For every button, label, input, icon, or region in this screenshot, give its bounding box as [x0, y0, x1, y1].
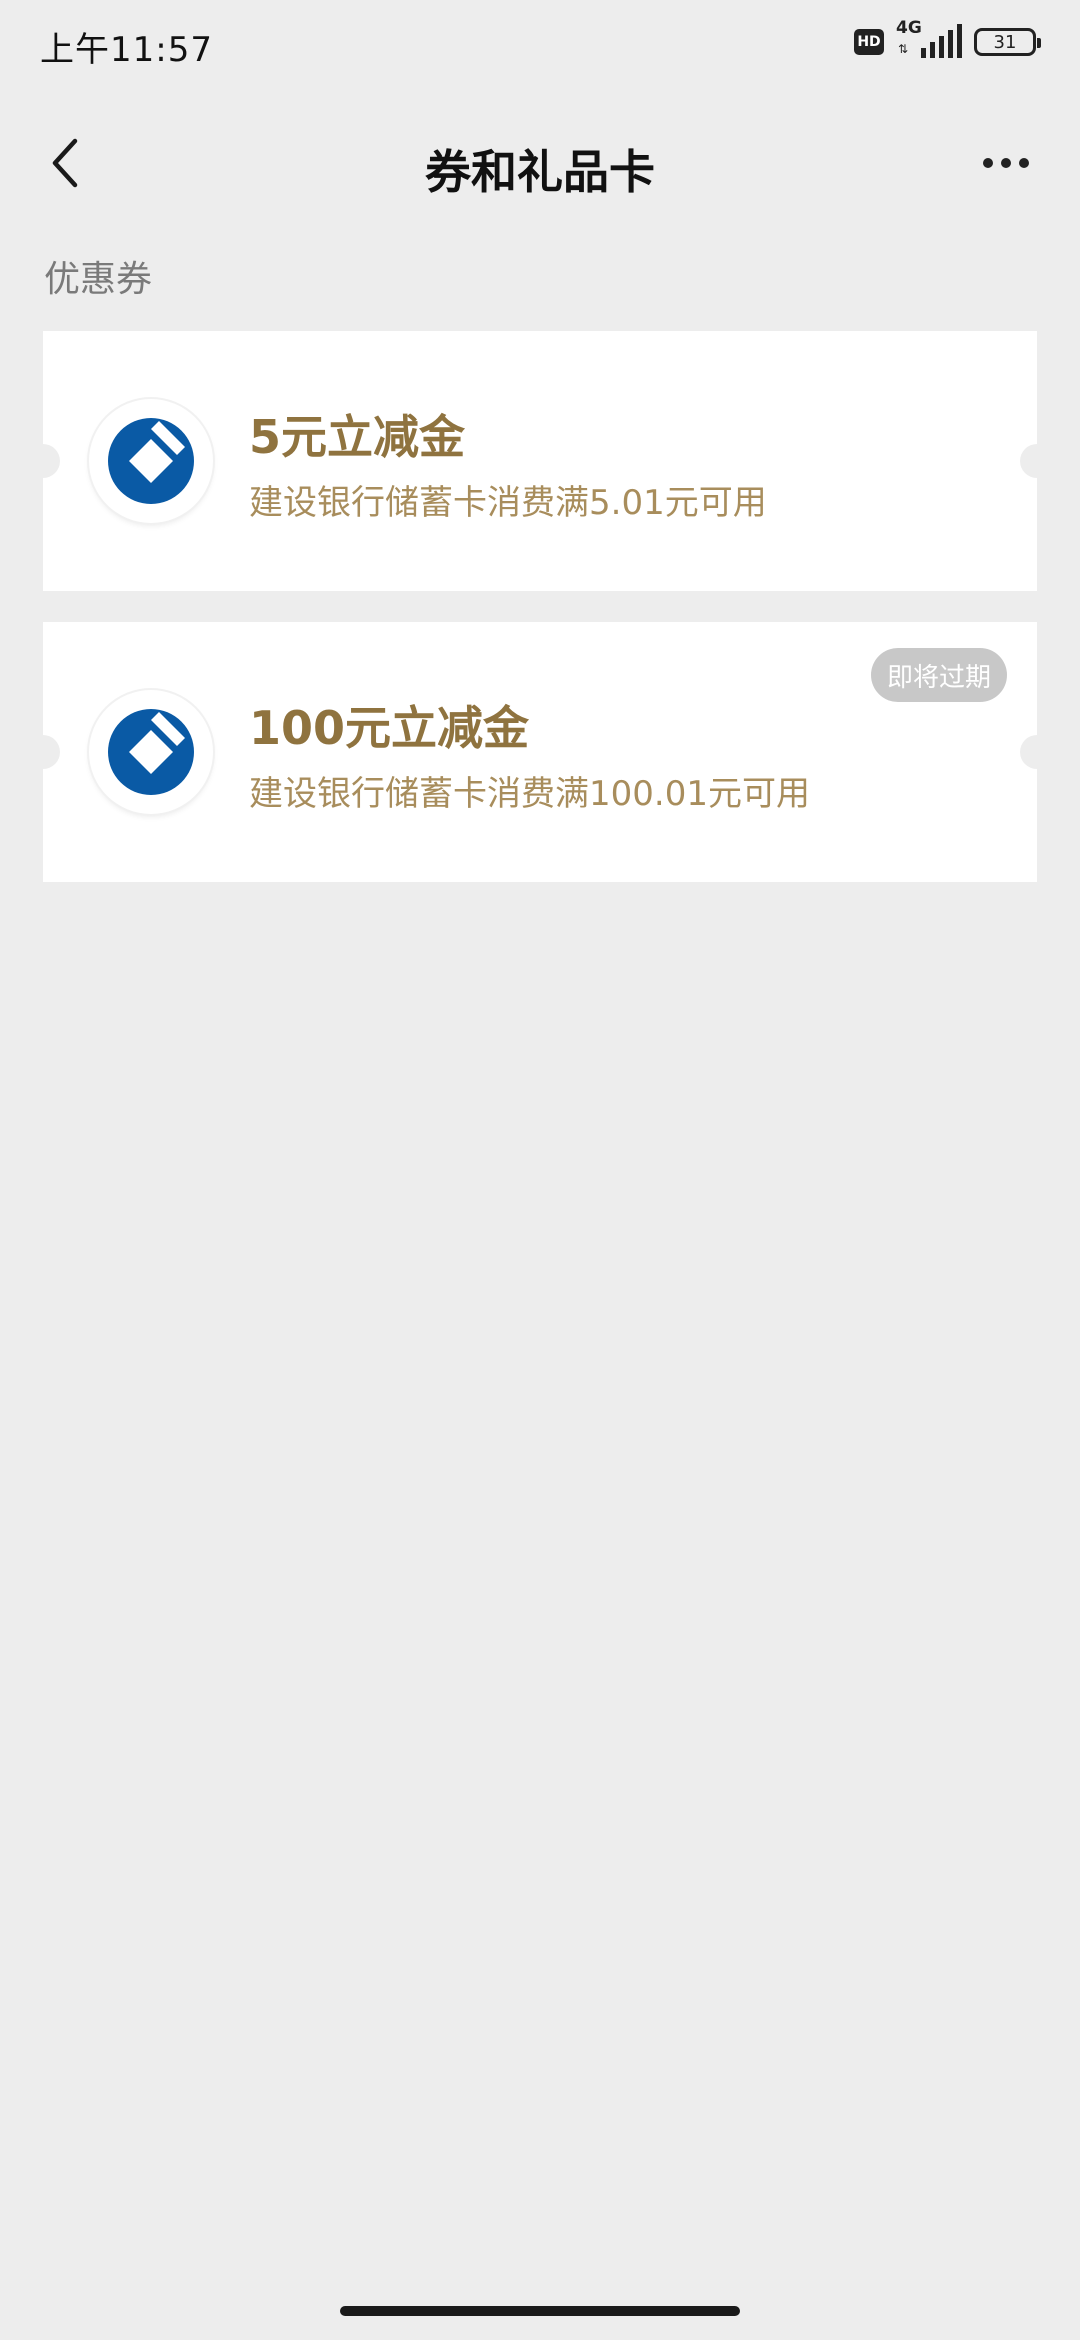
coupon-description: 建设银行储蓄卡消费满100.01元可用 [249, 774, 810, 814]
signal-icon: 4G ⇅ [896, 18, 962, 62]
coupons-screen: 上午11:57 HD 4G ⇅ 31 券和礼品卡 优惠券 5元立减金 建设银行储… [0, 0, 1080, 2340]
home-indicator[interactable] [340, 2306, 740, 2316]
bank-logo-icon [89, 399, 213, 523]
coupon-title: 100元立减金 [249, 701, 530, 755]
hd-icon: HD [854, 29, 884, 55]
signal-bars-icon [921, 24, 962, 58]
ticket-notch [26, 444, 60, 478]
more-horizontal-icon [983, 158, 993, 168]
status-time: 上午11:57 [40, 30, 213, 70]
coupon-card[interactable]: 100元立减金 建设银行储蓄卡消费满100.01元可用 即将过期 [26, 622, 1054, 882]
coupon-description: 建设银行储蓄卡消费满5.01元可用 [249, 483, 767, 523]
battery-level: 31 [993, 31, 1017, 53]
nav-bar: 券和礼品卡 [0, 110, 1080, 220]
network-type-label: 4G [896, 18, 922, 38]
coupon-title: 5元立减金 [249, 410, 466, 464]
status-icons: HD 4G ⇅ 31 [854, 18, 1041, 62]
ticket-notch [1020, 444, 1054, 478]
status-bar: 上午11:57 HD 4G ⇅ 31 [0, 0, 1080, 90]
data-arrows-icon: ⇅ [898, 42, 909, 56]
bank-logo-icon [89, 690, 213, 814]
more-button[interactable] [956, 128, 1056, 198]
ticket-notch [26, 735, 60, 769]
coupon-card[interactable]: 5元立减金 建设银行储蓄卡消费满5.01元可用 [26, 331, 1054, 591]
ticket-notch [1020, 735, 1054, 769]
expiring-soon-badge: 即将过期 [870, 648, 1007, 702]
section-label-coupons: 优惠券 [44, 259, 153, 300]
page-title: 券和礼品卡 [425, 145, 655, 199]
battery-icon: 31 [974, 28, 1041, 56]
